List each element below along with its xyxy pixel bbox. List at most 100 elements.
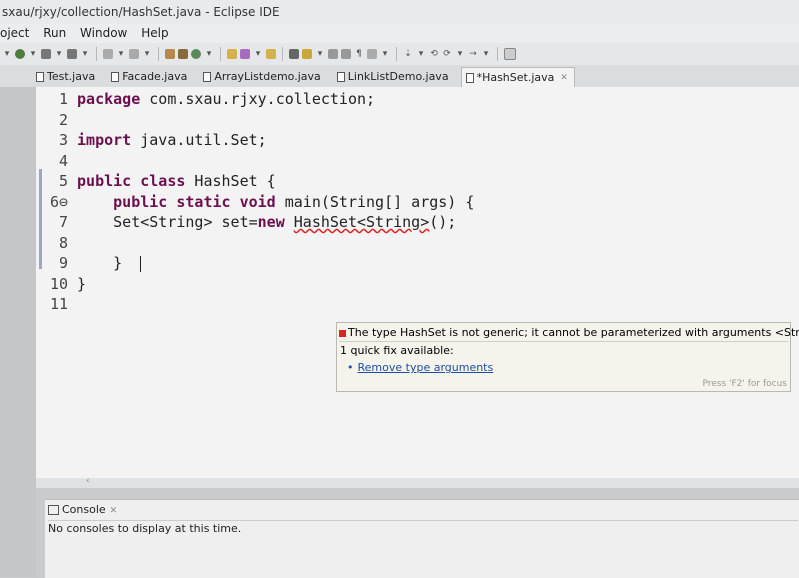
code-editor[interactable]: 1 package com.sxau.rjxy.collection; 2 3 i… — [36, 87, 799, 487]
quickfix-hover[interactable]: The type HashSet is not generic; it cann… — [336, 322, 799, 392]
menu-item-window[interactable]: Window — [80, 24, 127, 43]
settings-icon[interactable] — [15, 49, 25, 59]
toolbar-separator — [282, 47, 283, 61]
dropdown-icon[interactable]: ▾ — [2, 49, 12, 59]
code-token: java.util.Set; — [131, 131, 267, 149]
next-annotation-icon[interactable]: ⇣ — [403, 49, 413, 59]
code-token: public — [113, 192, 168, 211]
console-tab-label: Console — [62, 503, 106, 516]
folder-icon[interactable] — [227, 49, 237, 59]
tab-hashset-java[interactable]: *HashSet.java ✕ — [460, 67, 575, 88]
code-token: package — [77, 90, 141, 108]
menu-item-run[interactable]: Run — [43, 24, 66, 43]
code-token: main(String[] args) { — [275, 192, 475, 211]
java-file-icon — [36, 72, 44, 82]
code-line[interactable]: 5 public class HashSet { — [48, 171, 276, 191]
line-number: 9 — [58, 254, 68, 272]
link-icon[interactable] — [129, 49, 139, 59]
close-icon[interactable]: ✕ — [560, 68, 568, 88]
tab-arraylistdemo-java[interactable]: ArrayListdemo.java — [199, 67, 326, 87]
navigate-icon[interactable]: → — [468, 49, 478, 59]
code-line[interactable]: 7 Set<String> set=new HashSet<String>(); — [48, 212, 456, 232]
tab-label: *HashSet.java — [476, 70, 555, 84]
dropdown-icon[interactable]: ▾ — [315, 49, 325, 59]
line-number: 4 — [58, 151, 68, 170]
marker-icon[interactable] — [302, 49, 312, 59]
globe-icon[interactable] — [191, 49, 201, 59]
code-token: (); — [429, 213, 457, 231]
wand-icon[interactable] — [240, 49, 250, 59]
code-token: static — [176, 192, 231, 211]
user-icon[interactable] — [67, 49, 77, 59]
code-line[interactable]: 1 package com.sxau.rjxy.collection; — [48, 89, 375, 109]
java-file-icon — [111, 72, 120, 82]
line-number: 2 — [58, 110, 68, 129]
annotation-icon[interactable] — [367, 49, 377, 59]
code-line[interactable]: 10 } — [48, 274, 86, 294]
code-line[interactable]: 9 } — [48, 253, 142, 273]
line-number: 3 — [58, 131, 68, 149]
dropdown-icon[interactable]: ▾ — [54, 49, 64, 59]
folder-icon[interactable] — [266, 49, 276, 59]
code-line[interactable]: 11 — [48, 294, 77, 314]
code-token: class — [140, 172, 186, 190]
menu-item-help[interactable]: Help — [141, 24, 168, 43]
close-icon[interactable]: ✕ — [110, 506, 118, 516]
tab-facade-java[interactable]: Facade.java — [107, 67, 193, 87]
code-line[interactable]: 2 — [48, 110, 77, 130]
dropdown-icon[interactable]: ▾ — [481, 49, 491, 59]
tab-test-java[interactable]: Test.java — [32, 67, 101, 87]
focus-hint: Press 'F2' for focus — [702, 379, 787, 389]
quickfix-count: 1 quick fix available: — [340, 344, 454, 357]
menu-bar: oject Run Window Help — [0, 24, 799, 43]
dropdown-icon[interactable]: ▾ — [253, 49, 263, 59]
toolbar-separator — [158, 47, 159, 61]
horizontal-scrollbar[interactable]: ‹ — [36, 476, 799, 488]
line-number: 10 — [49, 274, 68, 293]
menu-item-project[interactable]: oject — [0, 24, 29, 43]
code-token: HashSet { — [185, 172, 276, 190]
dropdown-icon[interactable]: ▾ — [455, 49, 465, 59]
java-file-icon — [336, 72, 345, 82]
text-cursor — [140, 255, 142, 272]
dropdown-icon[interactable]: ▾ — [142, 49, 152, 59]
grid-icon[interactable] — [165, 49, 175, 59]
forward-icon[interactable]: ⟳ — [442, 49, 452, 59]
dropdown-icon[interactable]: ▾ — [28, 49, 38, 59]
console-tab[interactable]: Console ✕ — [48, 502, 117, 518]
code-token: Set<String> set= — [77, 213, 258, 231]
user-icon[interactable] — [41, 49, 51, 59]
dropdown-icon[interactable]: ▾ — [416, 49, 426, 59]
bookmark-icon[interactable] — [328, 49, 338, 59]
line-number: 6⊖ — [49, 192, 68, 211]
pin-icon[interactable] — [289, 49, 299, 59]
toolbar-separator — [497, 47, 498, 61]
dropdown-icon[interactable]: ▾ — [380, 49, 390, 59]
remove-type-arguments-link[interactable]: Remove type arguments — [358, 361, 494, 374]
code-line[interactable]: 3 import java.util.Set; — [48, 130, 267, 150]
code-line[interactable]: 4 — [48, 151, 77, 171]
scroll-left-icon[interactable]: ‹ — [86, 476, 90, 486]
quickfix-item[interactable]: • Remove type arguments — [347, 360, 493, 376]
toolbar-separator — [96, 47, 97, 61]
error-icon — [339, 329, 346, 337]
tab-linklistdemo-java[interactable]: LinkListDemo.java — [333, 67, 455, 87]
back-icon[interactable]: ⟲ — [429, 49, 439, 59]
java-file-icon — [465, 72, 474, 83]
paragraph-icon[interactable]: ¶ — [354, 49, 364, 59]
code-token: } — [77, 274, 87, 293]
quickfix-icon: • — [347, 361, 354, 374]
toolbar-separator — [220, 47, 221, 61]
open-perspective-icon[interactable] — [504, 48, 516, 60]
package-icon[interactable] — [178, 49, 188, 59]
dropdown-icon[interactable]: ▾ — [204, 49, 214, 59]
code-line[interactable]: 6⊖ public static void main(String[] args… — [48, 192, 474, 212]
toggle-icon[interactable] — [341, 49, 351, 59]
refresh-icon[interactable] — [103, 49, 113, 59]
java-file-icon — [203, 72, 212, 82]
dropdown-icon[interactable]: ▾ — [116, 49, 126, 59]
code-line[interactable]: 8 — [48, 233, 77, 253]
dropdown-icon[interactable]: ▾ — [80, 49, 90, 59]
